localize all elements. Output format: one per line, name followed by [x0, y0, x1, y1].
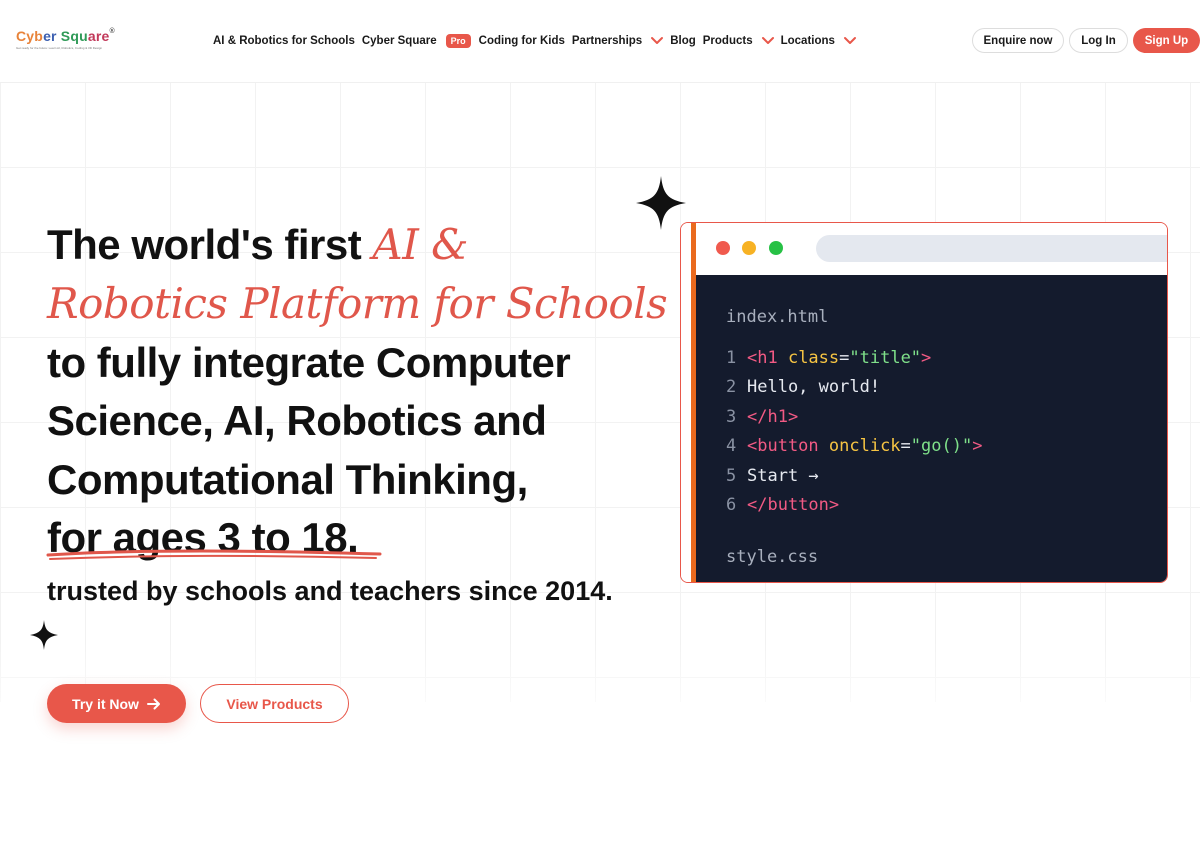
site-header: Cyber Square® Get ready for the future: …	[0, 0, 1200, 83]
ages-underline	[46, 549, 382, 560]
code-token: class	[787, 348, 840, 368]
try-it-now-label: Try it Now	[72, 695, 139, 712]
nav-products[interactable]: Products	[703, 35, 753, 47]
minimize-dot-icon	[742, 241, 756, 255]
main-nav: AI & Robotics for Schools Cyber Square P…	[213, 32, 863, 50]
code-token: Start →	[747, 465, 819, 486]
code-token: >	[921, 348, 932, 368]
registered-mark: ®	[109, 28, 115, 35]
trusted-tagline: trusted by schools and teachers since 20…	[47, 576, 613, 606]
arrow-right-icon	[146, 698, 160, 709]
line-number: 2	[726, 377, 737, 398]
logo-part: are	[87, 28, 110, 44]
code-area: index.html 1 <h1 class="title"> 2 Hello, wo…	[696, 275, 1167, 582]
code-token: </h1>	[747, 406, 799, 427]
code-token: =	[900, 436, 911, 457]
line-number: 5	[726, 465, 737, 486]
sparkle-icon	[636, 176, 686, 230]
file-name-css: style.css	[726, 547, 819, 567]
headline-text: The world's first	[47, 221, 373, 268]
maximize-dot-icon	[769, 241, 783, 255]
code-token: onclick	[828, 436, 901, 457]
log-in-button[interactable]: Log In	[1069, 28, 1128, 53]
nav-locations[interactable]: Locations	[781, 35, 835, 47]
hero-headline-line-1: The world's first AI &	[47, 220, 469, 269]
code-token: <h1	[747, 348, 788, 368]
code-line: 4 <button onclick="go()">	[726, 435, 982, 457]
sparkle-icon	[30, 620, 58, 650]
view-products-button[interactable]: View Products	[200, 684, 349, 723]
hero-headline-line-5: Computational Thinking,	[47, 456, 528, 503]
nav-ai-robotics-for-schools[interactable]: AI & Robotics for Schools	[213, 35, 355, 47]
line-number: 6	[726, 495, 737, 515]
code-token: >	[972, 436, 983, 457]
enquire-now-button[interactable]: Enquire now	[972, 28, 1064, 53]
code-line: 1 <h1 class="title">	[726, 347, 931, 369]
logo-wordmark: Cyber Square®	[16, 28, 126, 44]
nav-cyber-square[interactable]: Cyber Square	[362, 35, 437, 47]
nav-blog[interactable]: Blog	[670, 35, 696, 47]
code-line: 3 </h1>	[726, 406, 798, 428]
logo-part: er	[43, 28, 57, 44]
chevron-down-icon[interactable]	[761, 36, 775, 46]
logo-part: Cyb	[16, 28, 44, 44]
hero-headline-line-2: Robotics Platform for Schools	[47, 279, 668, 328]
code-line: 5 Start →	[726, 465, 819, 487]
logo-part: Squ	[56, 28, 88, 44]
code-token: "go()"	[910, 436, 973, 457]
nav-coding-for-kids[interactable]: Coding for Kids	[479, 35, 565, 47]
close-dot-icon	[716, 241, 730, 255]
file-name-html: index.html	[726, 307, 829, 327]
code-token: </button>	[747, 495, 840, 515]
code-token: "title"	[849, 348, 922, 368]
code-line: 6 </button>	[726, 494, 839, 516]
try-it-now-button[interactable]: Try it Now	[47, 684, 186, 723]
code-token: <button	[747, 436, 829, 457]
address-bar	[816, 235, 1167, 262]
pro-badge: Pro	[445, 34, 471, 48]
line-number: 3	[726, 406, 737, 427]
sign-up-button[interactable]: Sign Up	[1133, 28, 1200, 53]
headline-script-text: AI &	[372, 220, 469, 269]
nav-partnerships[interactable]: Partnerships	[572, 35, 642, 47]
hero-headline-line-4: Science, AI, Robotics and	[47, 397, 547, 444]
chevron-down-icon[interactable]	[843, 36, 857, 46]
logo[interactable]: Cyber Square® Get ready for the future: …	[16, 28, 126, 56]
line-number: 4	[726, 436, 737, 457]
code-token: =	[839, 348, 850, 368]
chevron-down-icon[interactable]	[650, 36, 664, 46]
hero-headline-line-3: to fully integrate Computer	[47, 339, 571, 386]
line-number: 1	[726, 348, 737, 368]
code-token: Hello, world!	[747, 377, 881, 398]
logo-tagline: Get ready for the future: Learn AI, Robo…	[16, 46, 103, 50]
code-editor-mockup: index.html 1 <h1 class="title"> 2 Hello, wo…	[680, 222, 1168, 583]
window-titlebar	[696, 223, 1167, 275]
code-line: 2 Hello, world!	[726, 376, 880, 398]
